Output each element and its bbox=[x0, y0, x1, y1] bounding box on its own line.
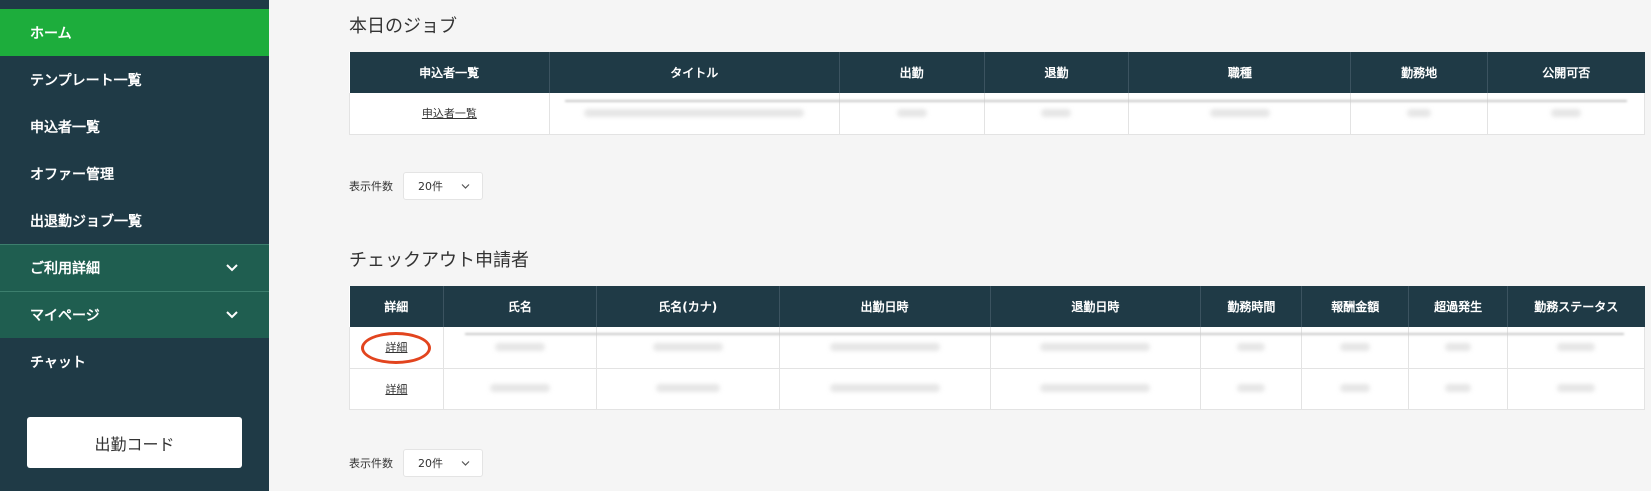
column-header: 出勤 bbox=[839, 52, 985, 93]
highlight-circle bbox=[361, 332, 431, 364]
sidebar-item-label: マイページ bbox=[30, 308, 100, 324]
column-header: 退勤日時 bbox=[990, 286, 1202, 327]
column-header: 申込者一覧 bbox=[349, 52, 550, 93]
redacted-text bbox=[1041, 108, 1072, 117]
redacted-text bbox=[1551, 108, 1582, 117]
sidebar-item-label: 出退勤ジョブ一覧 bbox=[30, 213, 142, 230]
redacted-text bbox=[1209, 108, 1270, 117]
page-size-value: 20件 bbox=[418, 180, 443, 193]
sidebar-item-applicants[interactable]: 申込者一覧 bbox=[0, 103, 269, 150]
jobs-table: 申込者一覧 タイトル 出勤 退勤 職種 勤務地 公開可否 申込者一覧 bbox=[349, 52, 1645, 135]
sidebar-item-templates[interactable]: テンプレート一覧 bbox=[0, 56, 269, 103]
redacted-text bbox=[489, 384, 550, 392]
page-size-value: 20件 bbox=[418, 457, 443, 470]
redacted-text bbox=[1040, 384, 1151, 392]
redacted-text bbox=[1340, 342, 1371, 351]
redacted-text bbox=[1340, 384, 1371, 392]
redacted-cell bbox=[1301, 368, 1410, 410]
redacted-cell bbox=[990, 368, 1202, 410]
column-header: 職種 bbox=[1128, 52, 1352, 93]
column-header: 勤務時間 bbox=[1200, 286, 1303, 327]
table-header-row: 詳細 氏名 氏名(カナ) 出勤日時 退勤日時 勤務時間 報酬金額 超過発生 勤務… bbox=[349, 286, 1645, 327]
redacted-text bbox=[1557, 342, 1596, 351]
sidebar-item-mypage[interactable]: マイページ bbox=[0, 291, 269, 338]
redacted-cell bbox=[779, 368, 991, 410]
jobs-section-title: 本日のジョブ bbox=[349, 16, 457, 37]
redacted-text bbox=[1445, 384, 1472, 392]
checkout-section-title: チェックアウト申請者 bbox=[349, 250, 529, 271]
redacted-text bbox=[1040, 342, 1151, 351]
redacted-cell bbox=[1408, 368, 1509, 410]
redaction-line bbox=[565, 100, 1627, 102]
sidebar-item-label: 申込者一覧 bbox=[30, 119, 100, 136]
detail-link[interactable]: 詳細 bbox=[385, 383, 407, 396]
column-header: 公開可否 bbox=[1487, 52, 1645, 93]
redacted-text bbox=[829, 342, 940, 351]
attendance-code-button[interactable]: 出勤コード bbox=[27, 417, 242, 468]
sidebar-item-label: ホーム bbox=[30, 25, 72, 42]
redaction-line bbox=[465, 333, 1624, 335]
column-header: 勤務ステータス bbox=[1507, 286, 1645, 327]
pager-label: 表示件数 bbox=[349, 180, 393, 193]
redacted-text bbox=[1557, 384, 1596, 392]
page-size-select[interactable]: 20件 bbox=[403, 172, 483, 200]
column-header: 氏名(カナ) bbox=[596, 286, 780, 327]
redacted-text bbox=[1407, 108, 1432, 117]
redacted-cell bbox=[596, 368, 780, 410]
column-header: 超過発生 bbox=[1408, 286, 1509, 327]
column-header: タイトル bbox=[549, 52, 840, 93]
sidebar-item-home[interactable]: ホーム bbox=[0, 9, 269, 56]
redacted-cell bbox=[1507, 368, 1645, 410]
sidebar-item-label: オファー管理 bbox=[30, 166, 114, 183]
column-header: 勤務地 bbox=[1350, 52, 1489, 93]
sidebar-item-label: テンプレート一覧 bbox=[30, 72, 142, 89]
redacted-cell bbox=[443, 368, 597, 410]
redacted-cell bbox=[1200, 368, 1303, 410]
column-header: 出勤日時 bbox=[779, 286, 991, 327]
sidebar-item-label: チャット bbox=[30, 354, 86, 371]
main-content: 本日のジョブ 申込者一覧 タイトル 出勤 退勤 職種 勤務地 公開可否 申込者一… bbox=[269, 0, 1651, 491]
checkout-pager: 表示件数 20件 bbox=[349, 449, 483, 477]
redacted-text bbox=[652, 342, 723, 351]
column-header: 氏名 bbox=[443, 286, 597, 327]
sidebar-item-chat[interactable]: チャット bbox=[0, 338, 269, 385]
table-cell: 詳細 bbox=[349, 368, 444, 410]
sidebar-item-label: ご利用詳細 bbox=[30, 261, 100, 277]
redacted-text bbox=[655, 384, 720, 392]
table-cell: 申込者一覧 bbox=[349, 93, 550, 135]
sidebar-item-attendance-jobs[interactable]: 出退勤ジョブ一覧 bbox=[0, 197, 269, 244]
column-header: 退勤 bbox=[984, 52, 1130, 93]
sidebar: ホーム テンプレート一覧 申込者一覧 オファー管理 出退勤ジョブ一覧 ご利用詳細… bbox=[0, 0, 269, 491]
table-header-row: 申込者一覧 タイトル 出勤 退勤 職種 勤務地 公開可否 bbox=[349, 52, 1645, 93]
sidebar-item-usage-details[interactable]: ご利用詳細 bbox=[0, 244, 269, 291]
redacted-text bbox=[1445, 342, 1472, 351]
redacted-text bbox=[494, 342, 545, 351]
checkout-table: 詳細 氏名 氏名(カナ) 出勤日時 退勤日時 勤務時間 報酬金額 超過発生 勤務… bbox=[349, 286, 1645, 410]
redacted-text bbox=[896, 108, 927, 117]
chevron-down-icon bbox=[461, 461, 470, 466]
redacted-text bbox=[829, 384, 940, 392]
pager-label: 表示件数 bbox=[349, 457, 393, 470]
page-size-select[interactable]: 20件 bbox=[403, 449, 483, 477]
applicants-link[interactable]: 申込者一覧 bbox=[422, 107, 477, 120]
sidebar-item-offers[interactable]: オファー管理 bbox=[0, 150, 269, 197]
redacted-text bbox=[1237, 384, 1266, 392]
jobs-pager: 表示件数 20件 bbox=[349, 172, 483, 200]
chevron-down-icon bbox=[461, 184, 470, 189]
redacted-text bbox=[584, 108, 805, 117]
chevron-down-icon bbox=[226, 311, 238, 319]
column-header: 報酬金額 bbox=[1301, 286, 1410, 327]
redacted-text bbox=[1237, 342, 1266, 351]
table-row: 詳細 bbox=[349, 368, 1645, 410]
column-header: 詳細 bbox=[349, 286, 444, 327]
chevron-down-icon bbox=[226, 264, 238, 272]
